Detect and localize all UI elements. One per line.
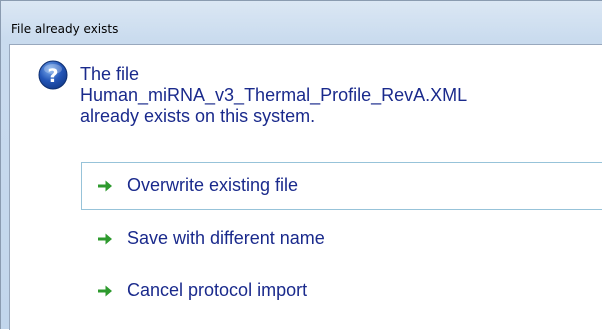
cancel-protocol-import-button[interactable]: Cancel protocol import xyxy=(81,267,602,315)
overwrite-existing-file-button[interactable]: Overwrite existing file xyxy=(81,162,602,210)
message-filename: Human_miRNA_v3_Thermal_Profile_RevA.XML xyxy=(80,85,468,105)
svg-text:?: ? xyxy=(47,65,58,87)
green-arrow-icon xyxy=(98,180,112,192)
command-label: Save with different name xyxy=(127,228,325,248)
message-line-3: already exists on this system. xyxy=(80,106,316,126)
title-bar[interactable]: File already exists xyxy=(1,1,602,37)
window-title: File already exists xyxy=(11,22,119,36)
dialog-message: The file Human_miRNA_v3_Thermal_Profile_… xyxy=(80,64,467,127)
command-label: Cancel protocol import xyxy=(127,280,308,300)
green-arrow-icon xyxy=(98,285,112,297)
question-icon: ? xyxy=(38,60,68,90)
command-label: Overwrite existing file xyxy=(127,175,299,195)
save-with-different-name-button[interactable]: Save with different name xyxy=(81,215,602,263)
message-line-1: The file xyxy=(80,64,140,84)
green-arrow-icon xyxy=(98,233,112,245)
